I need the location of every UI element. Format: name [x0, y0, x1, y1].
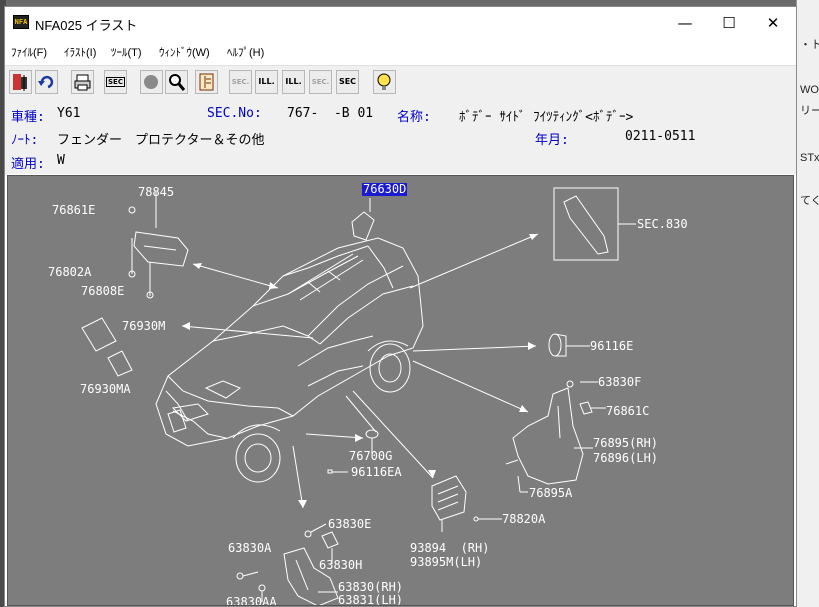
- date-label: 年月:: [535, 133, 569, 148]
- print-icon[interactable]: [71, 70, 94, 94]
- part-63830E[interactable]: 63830E: [328, 518, 371, 531]
- prev-sec-button[interactable]: SEC.: [229, 70, 252, 94]
- maximize-button[interactable]: ☐: [707, 9, 751, 37]
- exit-icon[interactable]: [9, 70, 32, 94]
- part-76630D-selected[interactable]: 76630D: [362, 183, 408, 196]
- background-window-edge: ・ト WOF リー STx てく: [796, 0, 819, 607]
- menu-file[interactable]: ﾌｧｲﾙ(F): [11, 44, 47, 60]
- part-76802A[interactable]: 76802A: [48, 266, 91, 279]
- background-text: てく: [800, 195, 819, 207]
- window-title: NFA025 イラスト: [35, 18, 138, 33]
- info-panel: 車種: Y61 SEC.No: 767- -B 01 名称: ﾎﾞﾃﾞｰ ｻｲﾄ…: [5, 100, 796, 174]
- sec-query-button[interactable]: SEC: [336, 70, 359, 94]
- sec-list-button[interactable]: SEC: [104, 70, 127, 94]
- background-text: WOF: [800, 84, 819, 96]
- hint-bulb-icon[interactable]: [373, 70, 396, 94]
- circle-icon[interactable]: [140, 70, 163, 94]
- app-icon: NFA: [13, 15, 29, 29]
- parts-list-icon[interactable]: [195, 70, 218, 94]
- part-96116EA[interactable]: 96116EA: [351, 466, 402, 479]
- menu-bar: ﾌｧｲﾙ(F) ｲﾗｽﾄ(I) ﾂｰﾙ(T) ｳｨﾝﾄﾞｳ(W) ﾍﾙﾌﾟ(H): [5, 40, 796, 62]
- date-value: 0211-0511: [625, 129, 696, 144]
- illustration-window: NFA NFA025 イラスト — ☐ ✕ ﾌｧｲﾙ(F) ｲﾗｽﾄ(I) ﾂｰ…: [4, 6, 797, 607]
- part-76895-rh[interactable]: 76895(RH): [593, 437, 658, 450]
- part-76896-lh[interactable]: 76896(LH): [593, 452, 658, 465]
- sec-no-label: SEC.No:: [207, 106, 262, 121]
- model-label: 車種:: [11, 110, 45, 125]
- menu-help[interactable]: ﾍﾙﾌﾟ(H): [227, 44, 264, 60]
- part-63830A[interactable]: 63830A: [228, 542, 271, 555]
- note-value: フェンダー プロテクター＆その他: [57, 133, 265, 148]
- toolbar: SEC SEC. ILL. ILL. SEC. SEC: [5, 65, 796, 100]
- name-value: ﾎﾞﾃﾞｰ ｻｲﾄﾞ ﾌｲﾂﾃｨﾝｸﾞ<ﾎﾞﾃﾞｰ>: [459, 110, 634, 125]
- sec-no-value: 767- -B 01: [287, 106, 374, 121]
- model-value: Y61: [57, 106, 81, 121]
- part-76861E[interactable]: 76861E: [52, 204, 95, 217]
- part-76930M[interactable]: 76930M: [122, 320, 165, 333]
- part-76808E[interactable]: 76808E: [81, 285, 124, 298]
- next-ill-button[interactable]: ILL.: [282, 70, 305, 94]
- apply-label: 適用:: [11, 157, 45, 172]
- part-93894-rh[interactable]: 93894 (RH): [410, 542, 489, 555]
- part-76895A[interactable]: 76895A: [529, 487, 572, 500]
- section-ref-830[interactable]: SEC.830: [637, 218, 688, 231]
- undo-icon[interactable]: [35, 70, 58, 94]
- part-93895M-lh[interactable]: 93895M(LH): [410, 556, 482, 569]
- sec-list-label: SEC: [106, 77, 125, 87]
- part-76700G[interactable]: 76700G: [349, 450, 392, 463]
- part-78845[interactable]: 78845: [138, 186, 174, 199]
- minimize-button[interactable]: —: [663, 9, 707, 37]
- title-bar[interactable]: NFA NFA025 イラスト — ☐ ✕: [5, 7, 796, 39]
- part-76930MA[interactable]: 76930MA: [80, 383, 131, 396]
- menu-window[interactable]: ｳｨﾝﾄﾞｳ(W): [159, 44, 210, 60]
- part-63830AA[interactable]: 63830AA: [226, 596, 277, 606]
- menu-tools[interactable]: ﾂｰﾙ(T): [111, 44, 142, 60]
- name-label: 名称:: [397, 110, 431, 125]
- prev-sec-label: SEC.: [231, 78, 250, 86]
- next-sec-label: SEC.: [311, 78, 330, 86]
- zoom-icon[interactable]: [165, 70, 188, 94]
- background-text: リー: [800, 105, 819, 117]
- part-76861C[interactable]: 76861C: [606, 405, 649, 418]
- apply-value: W: [57, 153, 65, 168]
- close-button[interactable]: ✕: [751, 9, 795, 37]
- parts-illustration[interactable]: 78845 76861E 76802A 76808E 76930M 76930M…: [7, 175, 794, 606]
- menu-illust[interactable]: ｲﾗｽﾄ(I): [64, 44, 96, 60]
- next-ill-label: ILL.: [285, 77, 302, 86]
- next-sec-button[interactable]: SEC.: [309, 70, 332, 94]
- background-text: STx: [800, 152, 819, 164]
- sec-query-label: SEC: [338, 77, 357, 86]
- part-63831-lh[interactable]: 63831(LH): [338, 594, 403, 606]
- note-label: ﾉｰﾄ:: [11, 133, 39, 148]
- part-78820A[interactable]: 78820A: [502, 513, 545, 526]
- prev-ill-label: ILL.: [258, 77, 275, 86]
- part-96116E[interactable]: 96116E: [590, 340, 633, 353]
- prev-ill-button[interactable]: ILL.: [255, 70, 278, 94]
- background-text: ・ト: [800, 39, 819, 51]
- part-63830F[interactable]: 63830F: [598, 376, 641, 389]
- part-63830H[interactable]: 63830H: [319, 559, 362, 572]
